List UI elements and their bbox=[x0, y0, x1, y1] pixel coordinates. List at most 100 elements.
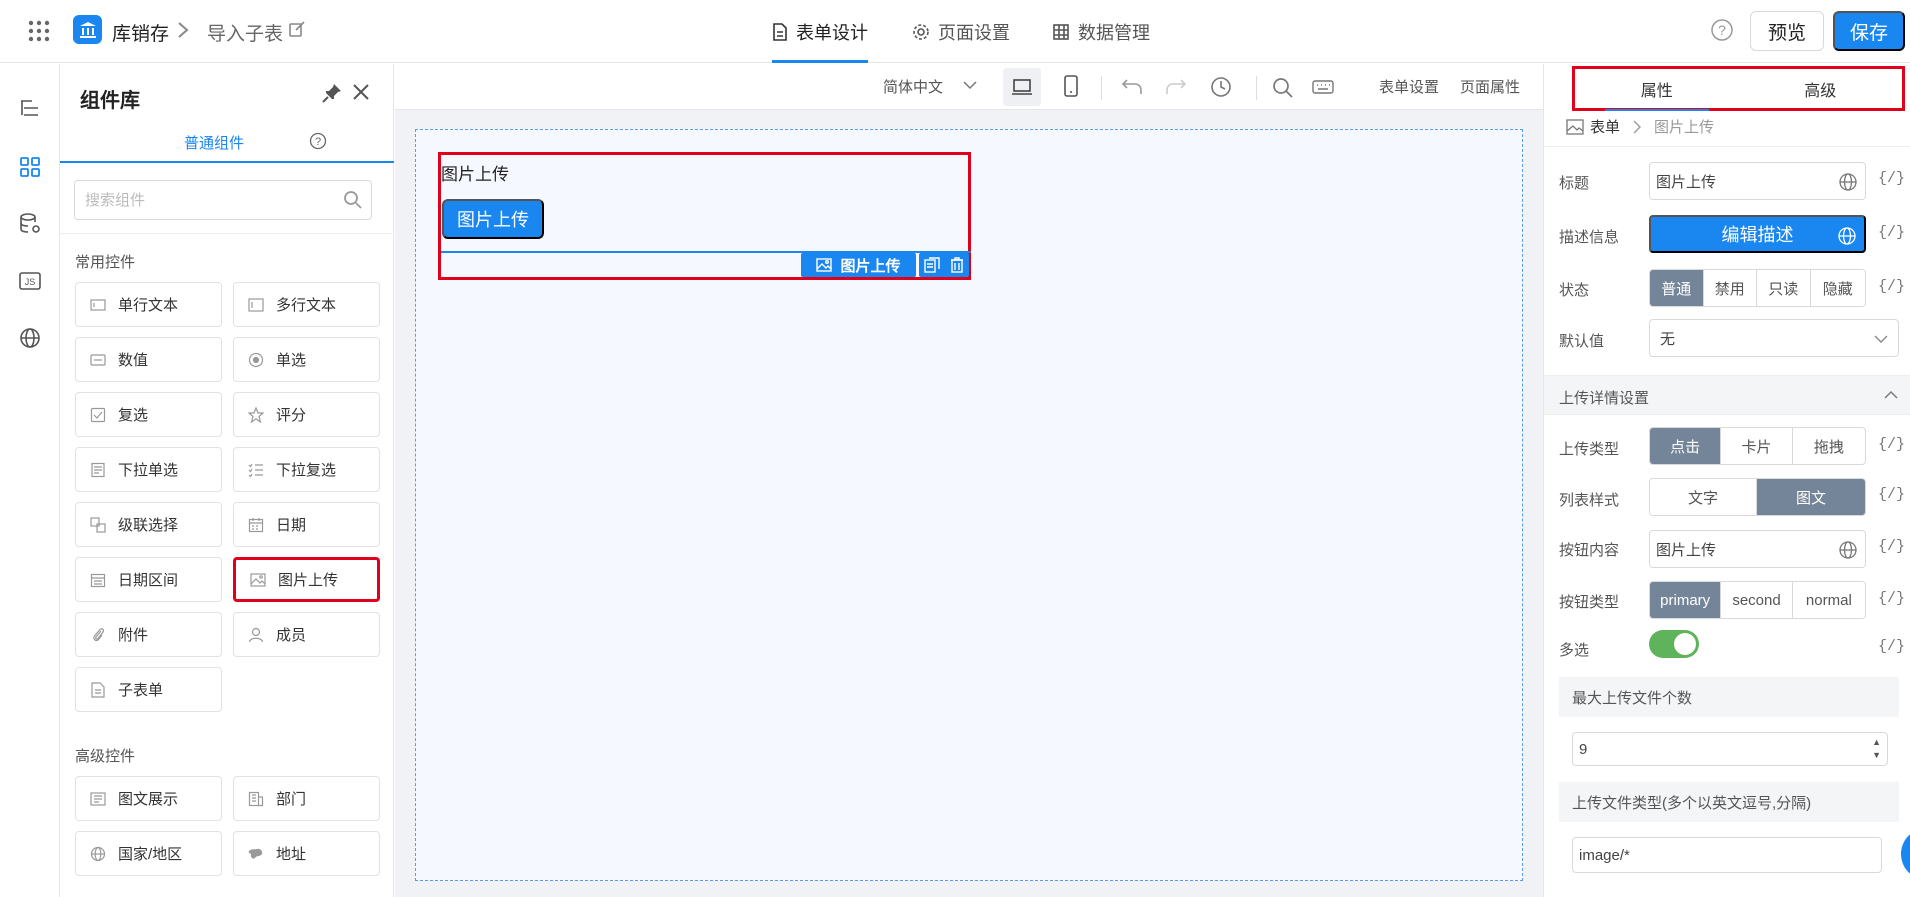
breadcrumb-current: 图片上传 bbox=[1654, 119, 1715, 136]
delete-icon[interactable] bbox=[950, 257, 964, 273]
button-type-normal[interactable]: normal bbox=[1793, 582, 1865, 618]
form-settings-link[interactable]: 表单设置 bbox=[1379, 76, 1439, 97]
image-upload-field[interactable]: 图片上传 图片上传 图片上传 bbox=[438, 152, 971, 280]
help-icon[interactable]: ? bbox=[1710, 18, 1734, 42]
keyboard-icon[interactable] bbox=[1312, 79, 1334, 95]
component-item[interactable]: 单行文本 bbox=[75, 282, 222, 327]
expression-button[interactable]: {/} bbox=[1878, 170, 1905, 187]
history-clock-icon[interactable] bbox=[1210, 76, 1232, 98]
map-icon bbox=[248, 846, 264, 862]
apps-grid-icon[interactable] bbox=[27, 19, 51, 43]
state-readonly[interactable]: 只读 bbox=[1757, 270, 1811, 306]
image-upload-button[interactable]: 图片上传 bbox=[442, 199, 544, 239]
max-files-input[interactable]: 9 ▲ ▼ bbox=[1572, 732, 1888, 766]
component-item[interactable]: 成员 bbox=[233, 612, 380, 657]
multi-select-toggle[interactable] bbox=[1649, 630, 1699, 658]
component-item[interactable]: 评分 bbox=[233, 392, 380, 437]
component-item[interactable]: 日期区间 bbox=[75, 557, 222, 602]
component-item[interactable]: 单选 bbox=[233, 337, 380, 382]
js-code-icon[interactable]: JS bbox=[16, 267, 44, 295]
properties-panel: 属性 高级 表单 图片上传 标题 图片上传 {/} 描述信息 编辑描述 {/} … bbox=[1543, 64, 1910, 897]
form-canvas[interactable]: 图片上传 图片上传 图片上传 bbox=[415, 129, 1523, 881]
list-style-text[interactable]: 文字 bbox=[1650, 479, 1758, 515]
section-title: 上传详情设置 bbox=[1559, 390, 1650, 407]
component-item[interactable]: 图文展示 bbox=[75, 776, 222, 821]
expression-button[interactable]: {/} bbox=[1878, 590, 1905, 607]
component-item[interactable]: 部门 bbox=[233, 776, 380, 821]
page-properties-link[interactable]: 页面属性 bbox=[1460, 76, 1520, 97]
expression-button[interactable]: {/} bbox=[1878, 486, 1905, 503]
app-name[interactable]: 库销存 bbox=[112, 19, 169, 46]
component-item[interactable]: 下拉复选 bbox=[233, 447, 380, 492]
database-settings-icon[interactable] bbox=[16, 210, 44, 238]
title-input[interactable]: 图片上传 bbox=[1649, 162, 1866, 200]
component-item[interactable]: 数值 bbox=[75, 337, 222, 382]
search-icon[interactable] bbox=[1272, 77, 1294, 99]
chevron-down-icon[interactable] bbox=[963, 80, 977, 90]
tab-page-settings[interactable]: 页面设置 bbox=[912, 0, 1010, 63]
button-type-primary[interactable]: primary bbox=[1650, 582, 1722, 618]
cascade-icon bbox=[90, 516, 106, 533]
preview-button[interactable]: 预览 bbox=[1750, 11, 1824, 51]
chevron-right-icon bbox=[177, 21, 189, 39]
tab-advanced[interactable]: 高级 bbox=[1739, 69, 1903, 108]
desktop-view-button[interactable] bbox=[1003, 68, 1041, 106]
state-disabled[interactable]: 禁用 bbox=[1704, 270, 1757, 306]
search-icon[interactable] bbox=[343, 190, 363, 210]
component-item[interactable]: 图片上传 bbox=[233, 557, 380, 602]
button-type-second[interactable]: second bbox=[1721, 582, 1793, 618]
component-item[interactable]: 下拉单选 bbox=[75, 447, 222, 492]
upload-settings-section[interactable]: 上传详情设置 bbox=[1544, 375, 1910, 415]
redo-icon[interactable] bbox=[1165, 78, 1187, 96]
close-icon[interactable] bbox=[352, 83, 370, 101]
member-icon bbox=[248, 627, 264, 643]
component-item[interactable]: 级联选择 bbox=[75, 502, 222, 547]
mobile-view-icon[interactable] bbox=[1063, 75, 1079, 97]
default-value-select[interactable]: 无 bbox=[1649, 319, 1899, 357]
state-hidden[interactable]: 隐藏 bbox=[1811, 270, 1865, 306]
divider bbox=[1101, 76, 1102, 100]
tab-common-components[interactable]: 普通组件 bbox=[184, 132, 244, 153]
components-grid-icon[interactable] bbox=[16, 153, 44, 181]
breadcrumb-root[interactable]: 表单 bbox=[1590, 116, 1620, 137]
component-item[interactable]: 地址 bbox=[233, 831, 380, 876]
expression-button[interactable]: {/} bbox=[1878, 278, 1905, 295]
help-icon[interactable]: ? bbox=[309, 132, 327, 150]
component-item[interactable]: 子表单 bbox=[75, 667, 222, 712]
edit-description-button[interactable]: 编辑描述 bbox=[1649, 215, 1866, 253]
expression-button[interactable]: {/} bbox=[1878, 538, 1905, 555]
save-button[interactable]: 保存 bbox=[1833, 11, 1905, 51]
expression-button[interactable]: {/} bbox=[1878, 638, 1905, 655]
component-item[interactable]: 国家/地区 bbox=[75, 831, 222, 876]
file-types-input[interactable]: image/* bbox=[1572, 837, 1882, 873]
upload-type-card[interactable]: 卡片 bbox=[1721, 428, 1793, 464]
component-item[interactable]: 附件 bbox=[75, 612, 222, 657]
tab-data-management[interactable]: 数据管理 bbox=[1052, 0, 1150, 63]
pin-icon[interactable] bbox=[322, 83, 342, 103]
upload-type-drag[interactable]: 拖拽 bbox=[1793, 428, 1865, 464]
copy-icon[interactable] bbox=[924, 257, 940, 273]
expression-button[interactable]: {/} bbox=[1878, 436, 1905, 453]
language-globe-icon[interactable] bbox=[1839, 541, 1857, 559]
language-select[interactable]: 简体中文 bbox=[883, 76, 943, 97]
expression-button[interactable]: {/} bbox=[1878, 224, 1905, 241]
list-style-picture-text[interactable]: 图文 bbox=[1757, 479, 1865, 515]
tab-form-design[interactable]: 表单设计 bbox=[772, 0, 868, 63]
component-item[interactable]: 复选 bbox=[75, 392, 222, 437]
language-globe-icon[interactable] bbox=[1838, 227, 1856, 245]
edit-icon[interactable] bbox=[288, 20, 306, 38]
upload-type-click[interactable]: 点击 bbox=[1650, 428, 1722, 464]
outline-tree-icon[interactable] bbox=[16, 95, 44, 123]
globe-icon[interactable] bbox=[16, 324, 44, 352]
language-globe-icon[interactable] bbox=[1839, 173, 1857, 191]
stepper-arrows-icon[interactable]: ▲ ▼ bbox=[1872, 736, 1881, 762]
undo-icon[interactable] bbox=[1121, 78, 1143, 96]
search-input[interactable] bbox=[74, 180, 372, 220]
button-content-input[interactable]: 图片上传 bbox=[1649, 530, 1866, 568]
component-item[interactable]: 多行文本 bbox=[233, 282, 380, 327]
chevron-right-icon bbox=[1633, 120, 1642, 133]
tab-properties[interactable]: 属性 bbox=[1575, 69, 1739, 111]
component-item[interactable]: 日期 bbox=[233, 502, 380, 547]
selected-component-tag[interactable]: 图片上传 bbox=[801, 253, 916, 277]
state-normal[interactable]: 普通 bbox=[1650, 270, 1704, 306]
